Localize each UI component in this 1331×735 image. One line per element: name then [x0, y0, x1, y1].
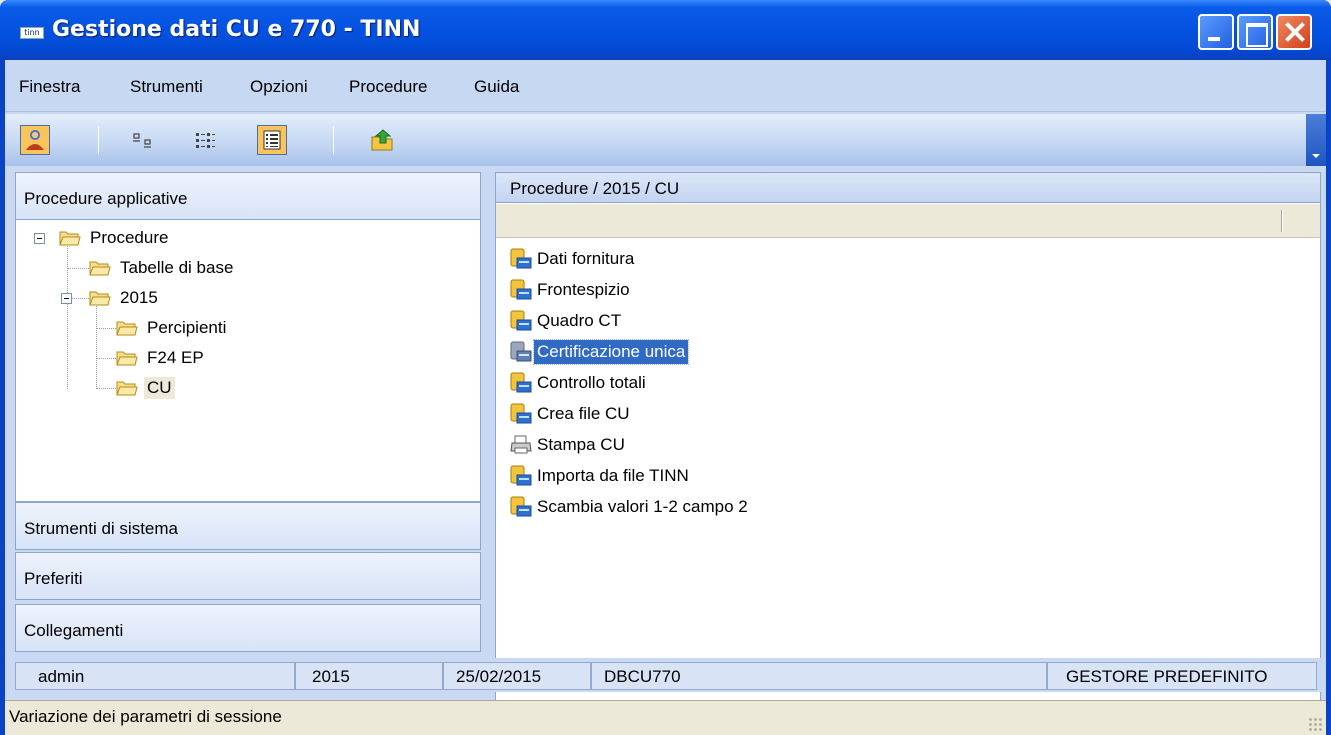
list-column-header[interactable]: [496, 204, 1320, 238]
status-message: Variazione dei parametri di sessione: [9, 707, 282, 726]
list-view-icon: [196, 133, 215, 148]
tree-collapse-procedure[interactable]: [34, 233, 45, 244]
menu-procedure[interactable]: Procedure: [349, 77, 427, 97]
tree-item-tabelle-di-base[interactable]: Tabelle di base: [89, 255, 236, 281]
user-icon: [26, 130, 44, 150]
title-bar[interactable]: tinn Gestione dati CU e 770 - TINN: [0, 0, 1331, 60]
list-item[interactable]: Dati fornitura: [510, 245, 637, 273]
folder-open-icon: [89, 291, 111, 306]
tree-item-procedure[interactable]: Procedure: [59, 225, 171, 251]
procedure-tree: Procedure Tabelle di base 2015 Percipien…: [15, 220, 481, 502]
resize-grip[interactable]: [1308, 717, 1322, 731]
minimize-button[interactable]: [1198, 14, 1234, 50]
app-logo-icon: tinn: [20, 27, 44, 39]
menu-finestra[interactable]: Finestra: [19, 77, 80, 97]
export-button[interactable]: [367, 125, 397, 155]
procedure-icon: [510, 372, 532, 393]
procedure-icon: [510, 279, 532, 300]
small-icons-view-button[interactable]: [129, 125, 159, 155]
procedure-icon: [510, 248, 532, 269]
menu-bar: Finestra Strumenti Opzioni Procedure Gui…: [5, 60, 1326, 112]
tree-item-2015[interactable]: 2015: [89, 285, 161, 311]
list-item-selected[interactable]: Certificazione unica: [510, 338, 690, 366]
toolbar: [5, 114, 1326, 166]
list-item[interactable]: Controllo totali: [510, 369, 649, 397]
folder-icon: [116, 351, 138, 366]
group-preferiti[interactable]: Preferiti: [15, 552, 481, 600]
tree-item-cu[interactable]: CU: [116, 375, 175, 401]
status-year: 2015: [295, 662, 443, 690]
maximize-button[interactable]: [1237, 14, 1273, 50]
status-date: 25/02/2015: [443, 662, 591, 690]
folder-open-icon: [59, 231, 81, 246]
small-icons-view-icon: [133, 133, 151, 148]
folder-icon: [116, 321, 138, 336]
message-bar: Variazione dei parametri di sessione: [5, 700, 1326, 735]
menu-strumenti[interactable]: Strumenti: [130, 77, 203, 97]
status-bar: admin 2015 25/02/2015 DBCU770 GESTORE PR…: [5, 658, 1326, 692]
group-collegamenti[interactable]: Collegamenti: [15, 604, 481, 652]
procedure-icon: [510, 310, 532, 331]
list-item[interactable]: Scambia valori 1-2 campo 2: [510, 493, 751, 521]
list-view-button[interactable]: [190, 125, 220, 155]
breadcrumb: Procedure / 2015 / CU: [496, 173, 1320, 203]
user-button[interactable]: [20, 125, 50, 155]
group-strumenti-di-sistema[interactable]: Strumenti di sistema: [15, 502, 481, 550]
folder-icon: [116, 381, 138, 396]
status-manager: GESTORE PREDEFINITO: [1047, 662, 1317, 690]
procedure-icon: [510, 465, 532, 486]
toolbar-overflow-button[interactable]: [1306, 114, 1326, 166]
export-icon: [371, 129, 393, 151]
status-database: DBCU770: [591, 662, 1047, 690]
list-item[interactable]: Crea file CU: [510, 400, 633, 428]
procedure-icon: [510, 403, 532, 424]
window-title: Gestione dati CU e 770 - TINN: [52, 17, 421, 42]
tree-item-f24-ep[interactable]: F24 EP: [116, 345, 207, 371]
content-panel: Procedure / 2015 / CU Dati fornitura Fro…: [495, 172, 1321, 720]
status-user: admin: [15, 662, 295, 690]
folder-icon: [89, 261, 111, 276]
app-window: tinn Gestione dati CU e 770 - TINN Fines…: [0, 0, 1331, 735]
client-area: Finestra Strumenti Opzioni Procedure Gui…: [5, 60, 1326, 735]
list-item[interactable]: Stampa CU: [510, 431, 628, 459]
tree-collapse-2015[interactable]: [61, 293, 72, 304]
details-view-icon: [263, 130, 281, 150]
printer-icon: [510, 435, 532, 454]
navigation-panel: Procedure applicative Procedure Tabelle …: [15, 172, 481, 720]
procedure-icon: [510, 496, 532, 517]
list-item[interactable]: Frontespizio: [510, 276, 633, 304]
menu-opzioni[interactable]: Opzioni: [250, 77, 308, 97]
list-item[interactable]: Importa da file TINN: [510, 462, 692, 490]
details-view-button[interactable]: [257, 125, 287, 155]
list-item[interactable]: Quadro CT: [510, 307, 624, 335]
tree-item-percipienti[interactable]: Percipienti: [116, 315, 229, 341]
group-procedure-applicative[interactable]: Procedure applicative: [15, 172, 481, 220]
menu-guida[interactable]: Guida: [474, 77, 519, 97]
close-button[interactable]: [1276, 14, 1312, 50]
procedure-icon: [510, 341, 532, 362]
